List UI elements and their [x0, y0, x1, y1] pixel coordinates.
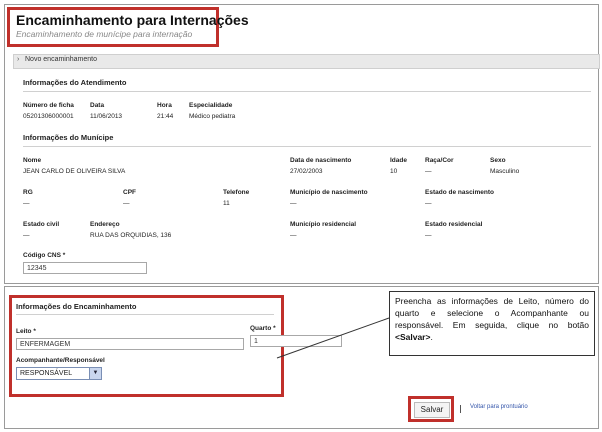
callout-connector [276, 317, 390, 359]
callout-text-end: . [430, 332, 433, 342]
callout-text: Preencha as informações de Leito, número… [395, 296, 589, 330]
instruction-callout: Preencha as informações de Leito, número… [389, 291, 595, 356]
callout-bold: <Salvar> [395, 332, 431, 342]
